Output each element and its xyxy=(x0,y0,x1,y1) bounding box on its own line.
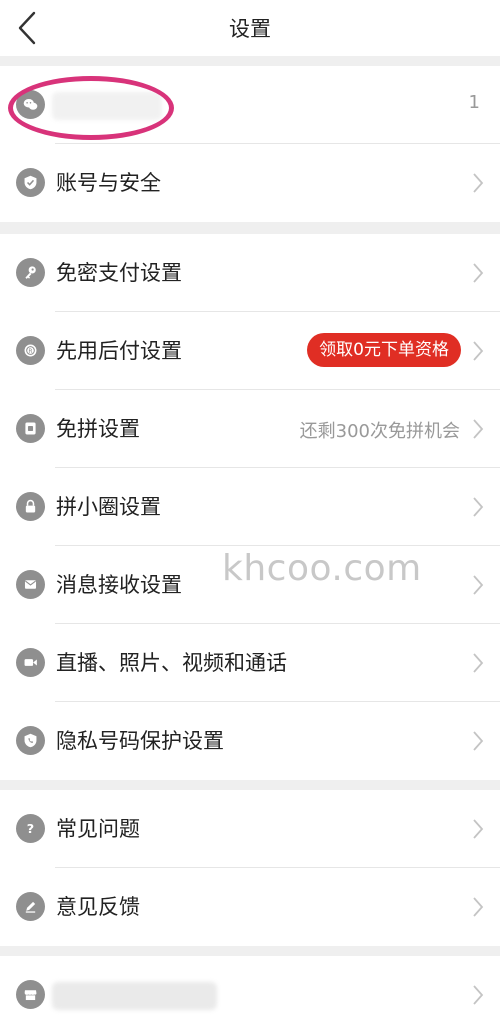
chevron-right-icon xyxy=(473,731,484,751)
question-icon: ? xyxy=(16,814,45,843)
lock-icon xyxy=(16,492,45,521)
settings-row-media-permissions[interactable]: 直播、照片、视频和通话 xyxy=(0,624,500,702)
settings-row-pay-later[interactable]: R 先用后付设置 领取0元下单资格 xyxy=(0,312,500,390)
row-count: 1 xyxy=(468,92,480,113)
settings-row-notifications[interactable]: 消息接收设置 xyxy=(0,546,500,624)
chevron-right-icon xyxy=(473,819,484,839)
nav-bar: 设置 xyxy=(0,0,500,56)
chevron-right-icon xyxy=(473,497,484,517)
badge-icon: R xyxy=(16,336,45,365)
row-label: 拼小圈设置 xyxy=(56,495,161,519)
chevron-right-icon xyxy=(473,173,484,193)
row-label: 直播、照片、视频和通话 xyxy=(56,651,287,675)
svg-text:R: R xyxy=(28,348,32,355)
highlight-annotation xyxy=(8,76,174,140)
chevron-right-icon xyxy=(473,653,484,673)
settings-group-store xyxy=(0,956,500,1029)
phone-shield-icon xyxy=(16,726,45,755)
promo-badge[interactable]: 领取0元下单资格 xyxy=(307,333,461,367)
row-label: 免密支付设置 xyxy=(56,261,182,285)
settings-row-feedback[interactable]: 意见反馈 xyxy=(0,868,500,946)
row-label: 常见问题 xyxy=(56,817,140,841)
settings-row-account-security[interactable]: 账号与安全 xyxy=(0,144,500,222)
settings-row-faq[interactable]: ? 常见问题 xyxy=(0,790,500,868)
row-label: 先用后付设置 xyxy=(56,339,182,363)
chevron-right-icon xyxy=(473,897,484,917)
row-label: 消息接收设置 xyxy=(56,573,182,597)
settings-group-account: 1 账号与安全 xyxy=(0,66,500,222)
key-icon xyxy=(16,258,45,287)
store-icon xyxy=(16,980,45,1009)
chevron-right-icon xyxy=(473,419,484,439)
chevron-right-icon xyxy=(473,575,484,595)
chevron-right-icon xyxy=(473,985,484,1005)
row-label: 免拼设置 xyxy=(56,417,140,441)
svg-text:?: ? xyxy=(27,822,34,837)
pencil-icon xyxy=(16,892,45,921)
settings-row-circle[interactable]: 拼小圈设置 xyxy=(0,468,500,546)
blurred-store-name xyxy=(52,982,217,1010)
row-label: 账号与安全 xyxy=(56,171,161,195)
row-label: 意见反馈 xyxy=(56,895,140,919)
shield-check-icon xyxy=(16,168,45,197)
mail-icon xyxy=(16,570,45,599)
chevron-right-icon xyxy=(473,341,484,361)
settings-row-store[interactable] xyxy=(0,956,500,1029)
row-value: 还剩300次免拼机会 xyxy=(299,421,460,442)
row-label: 隐私号码保护设置 xyxy=(56,729,224,753)
settings-row-free-group[interactable]: 免拼设置 还剩300次免拼机会 xyxy=(0,390,500,468)
settings-group-help: ? 常见问题 意见反馈 xyxy=(0,790,500,946)
card-icon xyxy=(16,414,45,443)
settings-row-password-free-pay[interactable]: 免密支付设置 xyxy=(0,234,500,312)
settings-row-wechat[interactable]: 1 xyxy=(0,66,500,144)
page-title: 设置 xyxy=(229,17,271,41)
settings-group-main: 免密支付设置 R 先用后付设置 领取0元下单资格 免拼设置 还剩300次免拼机会… xyxy=(0,234,500,780)
video-camera-icon xyxy=(16,648,45,677)
settings-row-privacy-number[interactable]: 隐私号码保护设置 xyxy=(0,702,500,780)
chevron-right-icon xyxy=(473,263,484,283)
